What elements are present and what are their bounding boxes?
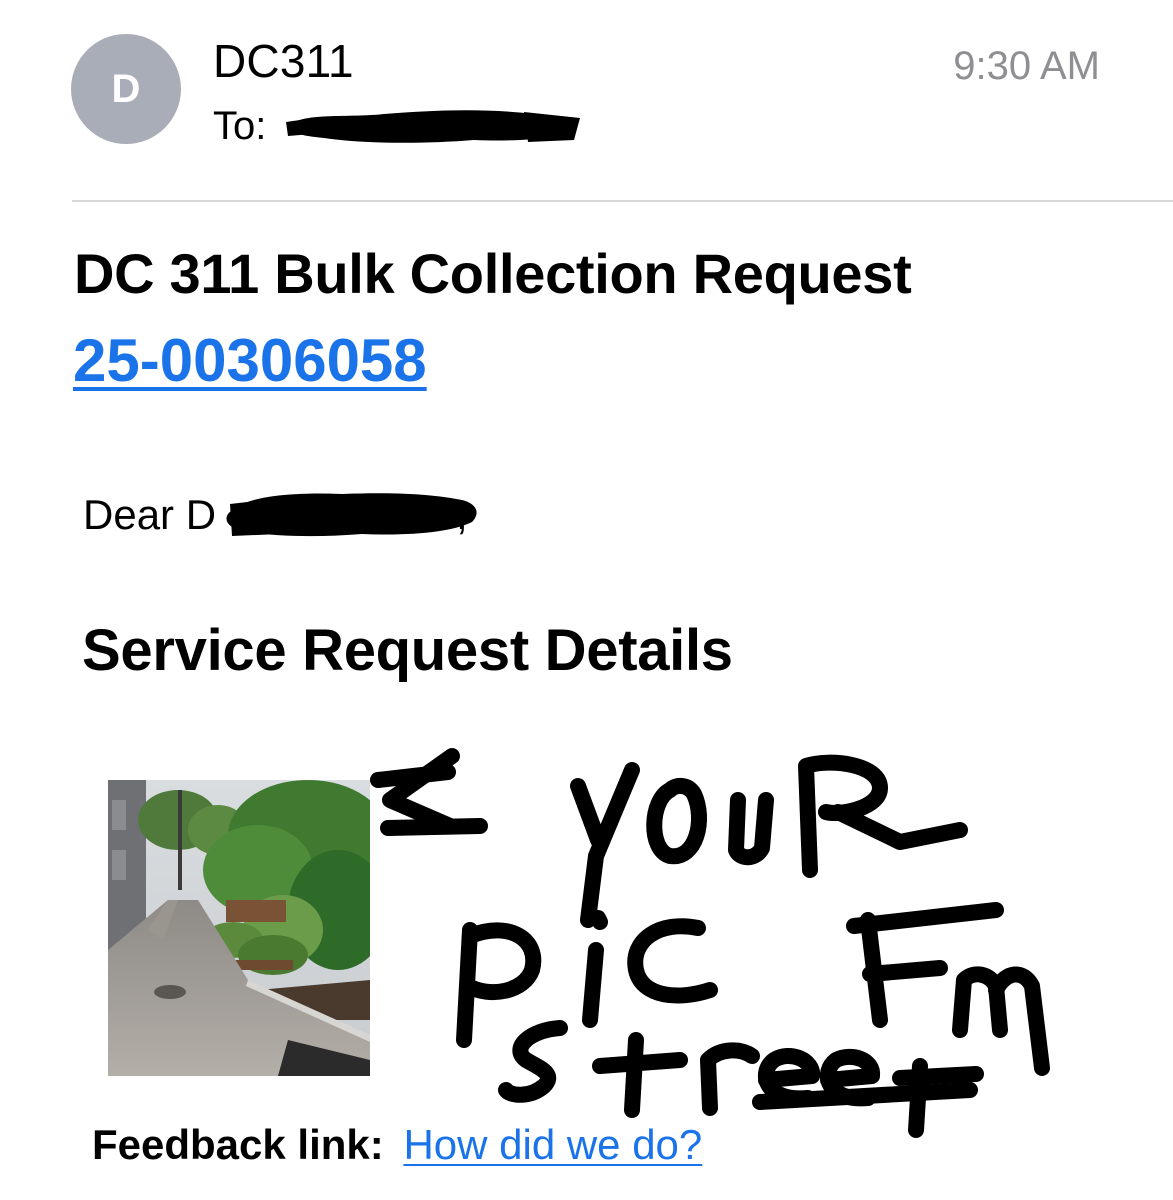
request-number-link[interactable]: 25-00306058: [73, 328, 427, 394]
recipient-label: To:: [213, 104, 267, 148]
email-subject: DC 311 Bulk Collection Request: [74, 242, 912, 305]
avatar[interactable]: D: [71, 34, 181, 144]
feedback-link[interactable]: How did we do?: [403, 1121, 702, 1168]
name-redaction-marker: [226, 493, 477, 537]
section-heading: Service Request Details: [82, 618, 733, 683]
photo-graphic: [108, 780, 370, 1076]
greeting-text: Dear D: [83, 491, 217, 538]
header-divider: [72, 200, 1173, 202]
received-time: 9:30 AM: [953, 44, 1100, 88]
feedback-row: Feedback link: How did we do?: [92, 1124, 702, 1166]
recipient-redaction-marker: [286, 110, 580, 143]
handwritten-annotation-graphic: [370, 748, 1050, 1138]
avatar-initial: D: [111, 67, 141, 111]
sender-name[interactable]: DC311: [213, 38, 354, 84]
feedback-label: Feedback link:: [92, 1121, 384, 1168]
street-alley-photo[interactable]: [108, 780, 370, 1076]
